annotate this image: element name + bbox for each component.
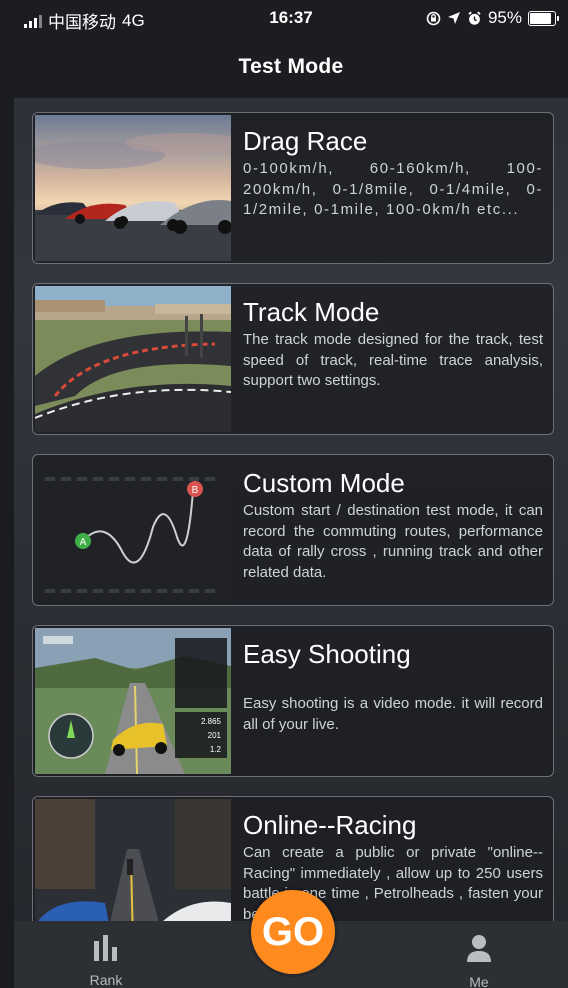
- lock-rotation-icon: [426, 11, 441, 25]
- location-icon: [447, 12, 460, 24]
- mode-description: Easy shooting is a video mode. it will r…: [243, 695, 543, 733]
- bar-chart-icon: [94, 935, 117, 961]
- status-bar: 中国移动 4G 16:37 95%: [14, 0, 568, 36]
- mode-list: Drag Race 0-100km/h, 60-160km/h, 100-200…: [32, 112, 554, 967]
- mode-description: The track mode designed for the track, t…: [243, 331, 543, 389]
- status-right: 95%: [426, 8, 559, 28]
- app-screen: 中国移动 4G 16:37 95% Test Mode Drag Race 0-…: [14, 0, 568, 988]
- mode-title: Online--Racing: [243, 810, 417, 840]
- alarm-icon: [468, 11, 481, 25]
- tab-rank[interactable]: Rank: [66, 933, 146, 988]
- mode-card-custom-mode[interactable]: A B Custom Mode Custom start / destinati…: [32, 454, 554, 606]
- tab-me[interactable]: Me: [439, 933, 519, 988]
- readout-2: 201: [208, 731, 222, 740]
- custom-mode-thumbnail: A B: [35, 457, 231, 603]
- start-marker-label: A: [80, 537, 87, 548]
- user-icon: [467, 935, 491, 962]
- go-button[interactable]: GO: [251, 890, 335, 974]
- readout-3: 1.2: [210, 745, 222, 754]
- page-title: Test Mode: [238, 55, 344, 78]
- tab-me-label: Me: [469, 974, 489, 988]
- easy-shooting-thumbnail: 2.865 201 1.2: [35, 628, 231, 774]
- navigation-bar: Test Mode: [14, 36, 568, 98]
- mode-title: Custom Mode: [243, 468, 405, 498]
- mode-description: 0-100km/h, 60-160km/h, 100-200km/h, 0-1/…: [243, 160, 543, 218]
- end-marker-label: B: [192, 485, 199, 496]
- battery-icon: [528, 10, 559, 26]
- tab-rank-label: Rank: [89, 972, 123, 988]
- mode-card-easy-shooting[interactable]: 2.865 201 1.2 Easy Shooting Easy shootin…: [32, 625, 554, 777]
- mode-description: Custom start / destination test mode, it…: [243, 502, 543, 581]
- mode-card-drag-race[interactable]: Drag Race 0-100km/h, 60-160km/h, 100-200…: [32, 112, 554, 264]
- mode-title: Track Mode: [243, 297, 380, 327]
- mode-title: Easy Shooting: [243, 639, 411, 669]
- track-mode-thumbnail: [35, 286, 231, 432]
- drag-race-thumbnail: [35, 115, 231, 261]
- mode-card-track-mode[interactable]: Track Mode The track mode designed for t…: [32, 283, 554, 435]
- mode-title: Drag Race: [243, 126, 368, 156]
- readout-1: 2.865: [201, 717, 222, 726]
- battery-percent: 95%: [487, 8, 522, 27]
